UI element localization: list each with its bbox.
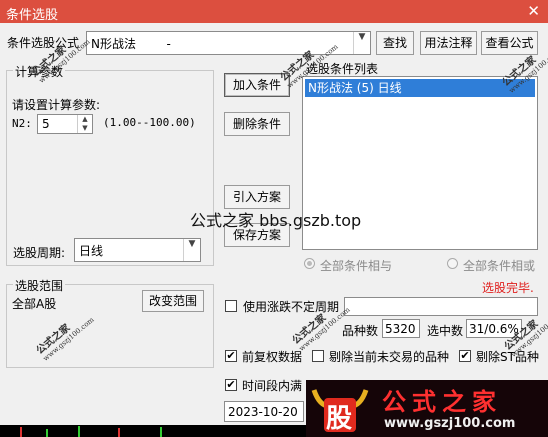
count-value: 5320 xyxy=(385,322,416,336)
banner-url: www.gszj100.com xyxy=(384,416,516,431)
change-range-button[interactable]: 改变范围 xyxy=(142,290,204,312)
exclude-untraded-label: 剔除当前未交易的品种 xyxy=(329,350,450,364)
uncertain-period-input[interactable] xyxy=(344,297,538,316)
n2-range: (1.00--100.00) xyxy=(103,116,196,129)
delete-condition-button[interactable]: 删除条件 xyxy=(224,112,290,136)
status-text: 选股完毕. xyxy=(482,281,534,295)
close-icon[interactable]: ✕ xyxy=(527,2,540,20)
count-field: 5320 xyxy=(382,319,420,338)
usage-notes-button[interactable]: 用法注释 xyxy=(420,31,477,55)
range-group-title: 选股范围 xyxy=(13,277,66,294)
n2-label: N2: xyxy=(12,117,32,130)
timerange-checkbox[interactable]: ✔ xyxy=(225,379,237,391)
adjust-checkbox[interactable]: ✔ xyxy=(225,350,237,362)
bull-logo-icon: 股 xyxy=(310,384,370,434)
or-radio-label: 全部条件相或 xyxy=(463,259,536,273)
date-input[interactable]: 2023-10-20 xyxy=(224,401,304,422)
center-watermark: 公式之家 bbs.gszb.top xyxy=(190,211,362,230)
and-radio[interactable] xyxy=(304,258,315,269)
uncertain-period-checkbox[interactable] xyxy=(225,300,237,312)
date-value: 2023-10-20 xyxy=(228,405,298,419)
period-label: 选股周期: xyxy=(13,246,66,260)
exclude-untraded-checkbox[interactable] xyxy=(312,350,324,362)
period-select[interactable]: 日线 ▼ xyxy=(74,238,201,262)
window-title: 条件选股 xyxy=(6,8,59,23)
timerange-label: 时间段内满 xyxy=(242,379,303,393)
title-bar: 条件选股 ✕ xyxy=(0,0,548,23)
list-item[interactable]: N形战法 (5) 日线 xyxy=(305,79,535,97)
count-label: 品种数 xyxy=(342,324,379,338)
find-button[interactable]: 查找 xyxy=(376,31,414,55)
or-radio[interactable] xyxy=(447,258,458,269)
range-value: 全部A股 xyxy=(12,297,57,311)
exclude-st-checkbox[interactable]: ✔ xyxy=(459,350,471,362)
period-select-value: 日线 xyxy=(79,244,104,258)
chevron-down-icon[interactable]: ▼ xyxy=(353,32,370,54)
selected-label: 选中数 xyxy=(427,324,464,338)
and-radio-label: 全部条件相与 xyxy=(320,259,393,273)
n2-input[interactable]: 5 ▲ ▼ xyxy=(37,114,93,134)
background-chart-strip xyxy=(0,425,306,437)
n2-value: 5 xyxy=(42,117,50,131)
chevron-down-icon[interactable]: ▼ xyxy=(183,239,200,261)
import-scheme-button[interactable]: 引入方案 xyxy=(224,185,290,209)
adjust-label: 前复权数据 xyxy=(242,350,303,364)
n2-spinner[interactable]: ▲ ▼ xyxy=(77,115,92,133)
formula-select-value: N形战法 - xyxy=(91,37,171,51)
params-prompt: 请设置计算参数: xyxy=(12,98,101,112)
banner-watermark: 股 公式之家 www.gszj100.com xyxy=(306,380,548,437)
banner-title: 公式之家 xyxy=(382,388,502,416)
stock-selection-dialog: 条件选股 ✕ 条件选股公式 N形战法 - ▼ 查找 用法注释 查看公式 计算参数… xyxy=(0,0,548,437)
banner-glyph: 股 xyxy=(326,404,353,434)
